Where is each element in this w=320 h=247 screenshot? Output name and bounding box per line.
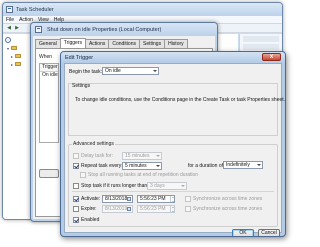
folder-icon bbox=[15, 54, 21, 58]
dropdown-arrow-icon bbox=[156, 165, 160, 167]
stop-longer-select[interactable]: 3 days bbox=[147, 182, 187, 190]
settings-group: Settings To change idle conditions, use … bbox=[68, 83, 285, 136]
begin-task-select[interactable]: On idle bbox=[102, 67, 159, 75]
forward-arrow-icon[interactable]: ▶ bbox=[14, 25, 20, 31]
expire-date-picker[interactable]: 8/13/2019 bbox=[102, 205, 133, 213]
new-trigger-button[interactable] bbox=[39, 169, 59, 178]
duration-label: for a duration of: bbox=[188, 163, 225, 169]
dropdown-arrow-icon bbox=[257, 164, 261, 166]
tab-settings[interactable]: Settings bbox=[139, 39, 166, 48]
menu-file[interactable]: File bbox=[6, 17, 14, 23]
properties-titlebar[interactable]: Shut down on idle Properties (Local Comp… bbox=[31, 23, 217, 36]
tree-item-folder[interactable]: ▸ bbox=[11, 61, 23, 67]
stop-longer-checkbox[interactable] bbox=[73, 183, 79, 189]
stop-running-label: Stop all running tasks at end of repetit… bbox=[88, 172, 199, 178]
tab-actions[interactable]: Actions bbox=[84, 39, 110, 48]
enabled-label: Enabled bbox=[81, 217, 100, 223]
duration-value: Indefinitely bbox=[226, 162, 250, 168]
dropdown-arrow-icon bbox=[156, 155, 160, 157]
spin-arrows-icon[interactable] bbox=[170, 196, 174, 202]
stop-longer-value: 3 days bbox=[150, 183, 165, 189]
dialog-body: Begin the task: On idle Settings To chan… bbox=[64, 63, 285, 236]
task-scheduler-title: Task Scheduler bbox=[16, 6, 54, 13]
dialog-titlebar[interactable]: Edit Trigger bbox=[61, 52, 285, 63]
activate-label: Activate: bbox=[81, 196, 101, 202]
tree-item-folder[interactable]: ▸ bbox=[11, 53, 23, 59]
tab-conditions[interactable]: Conditions bbox=[108, 39, 140, 48]
close-button[interactable]: x bbox=[262, 53, 281, 61]
delay-task-select[interactable]: 15 minutes bbox=[122, 152, 162, 160]
cancel-button[interactable]: Cancel bbox=[258, 229, 280, 236]
action-item[interactable] bbox=[243, 44, 279, 50]
edit-trigger-dialog: Edit Trigger x Begin the task: On idle S… bbox=[60, 51, 286, 237]
when-text: When bbox=[39, 54, 53, 60]
dialog-title: Edit Trigger bbox=[65, 54, 94, 61]
properties-tabs: General Triggers Actions Conditions Sett… bbox=[35, 38, 188, 48]
activate-time-picker[interactable]: 5:56:23 PM bbox=[137, 195, 175, 203]
expire-sync-checkbox[interactable] bbox=[185, 206, 191, 212]
task-scheduler-titlebar[interactable]: Task Scheduler bbox=[3, 3, 282, 16]
task-scheduler-app-icon bbox=[6, 6, 13, 13]
expire-time-value: 5:56:23 PM bbox=[140, 206, 166, 212]
separator bbox=[72, 191, 274, 192]
tab-history[interactable]: History bbox=[164, 39, 188, 48]
dropdown-arrow-icon bbox=[181, 185, 185, 187]
expire-date-value: 8/13/2019 bbox=[105, 206, 128, 212]
clock-icon bbox=[35, 26, 42, 33]
delay-task-label: Delay task for: bbox=[81, 153, 113, 159]
activate-date-picker[interactable]: 8/13/2018 bbox=[102, 195, 133, 203]
repeat-task-select[interactable]: 5 minutes bbox=[122, 162, 162, 170]
folder-icon bbox=[11, 46, 17, 50]
expire-label: Expire: bbox=[81, 206, 97, 212]
expire-time-picker[interactable]: 5:56:23 PM bbox=[137, 205, 175, 213]
folder-icon bbox=[15, 62, 21, 66]
back-arrow-icon[interactable]: ◀ bbox=[6, 25, 12, 31]
tree-item-root[interactable] bbox=[5, 37, 13, 43]
enabled-checkbox[interactable] bbox=[73, 217, 79, 223]
activate-sync-label: Synchronize across time zones bbox=[193, 196, 263, 202]
repeat-task-value: 5 minutes bbox=[125, 163, 147, 169]
tree-item-library[interactable]: ▾ bbox=[7, 45, 19, 51]
trigger-column-header[interactable]: Trigger bbox=[40, 64, 58, 72]
calendar-icon[interactable] bbox=[127, 197, 131, 201]
repeat-task-label: Repeat task every: bbox=[81, 163, 123, 169]
ok-button[interactable]: OK bbox=[232, 229, 254, 236]
delay-task-checkbox[interactable] bbox=[73, 153, 79, 159]
trigger-row[interactable]: On idle bbox=[40, 72, 58, 79]
advanced-settings-group: Advanced settings Delay task for: 15 min… bbox=[68, 141, 278, 227]
clock-icon bbox=[5, 37, 11, 43]
properties-title: Shut down on idle Properties (Local Comp… bbox=[47, 26, 162, 33]
delay-task-value: 15 minutes bbox=[125, 153, 150, 159]
activate-sync-checkbox[interactable] bbox=[185, 196, 191, 202]
activate-date-value: 8/13/2018 bbox=[105, 196, 128, 202]
calendar-icon[interactable] bbox=[127, 207, 131, 211]
menu-action[interactable]: Action bbox=[19, 17, 33, 23]
expire-sync-label: Synchronize across time zones bbox=[193, 206, 263, 212]
stop-running-checkbox[interactable] bbox=[80, 172, 86, 178]
stop-longer-label: Stop task if it runs longer than: bbox=[81, 183, 149, 189]
expire-checkbox[interactable] bbox=[73, 206, 79, 212]
begin-task-label: Begin the task: bbox=[69, 69, 103, 75]
advanced-settings-label: Advanced settings bbox=[72, 141, 115, 147]
idle-info-text: To change idle conditions, use the Condi… bbox=[75, 97, 286, 103]
activate-time-value: 5:56:23 PM bbox=[140, 196, 166, 202]
action-item[interactable] bbox=[243, 36, 279, 42]
repeat-task-checkbox[interactable] bbox=[73, 163, 79, 169]
duration-select[interactable]: Indefinitely bbox=[223, 161, 263, 169]
activate-checkbox[interactable] bbox=[73, 196, 79, 202]
begin-task-value: On idle bbox=[105, 68, 121, 74]
spin-arrows-icon[interactable] bbox=[170, 206, 174, 212]
dropdown-arrow-icon bbox=[153, 70, 157, 72]
triggers-list[interactable]: Trigger On idle bbox=[39, 63, 59, 143]
settings-label: Settings bbox=[72, 83, 91, 89]
tab-general[interactable]: General bbox=[35, 39, 61, 48]
tab-triggers[interactable]: Triggers bbox=[59, 38, 86, 48]
